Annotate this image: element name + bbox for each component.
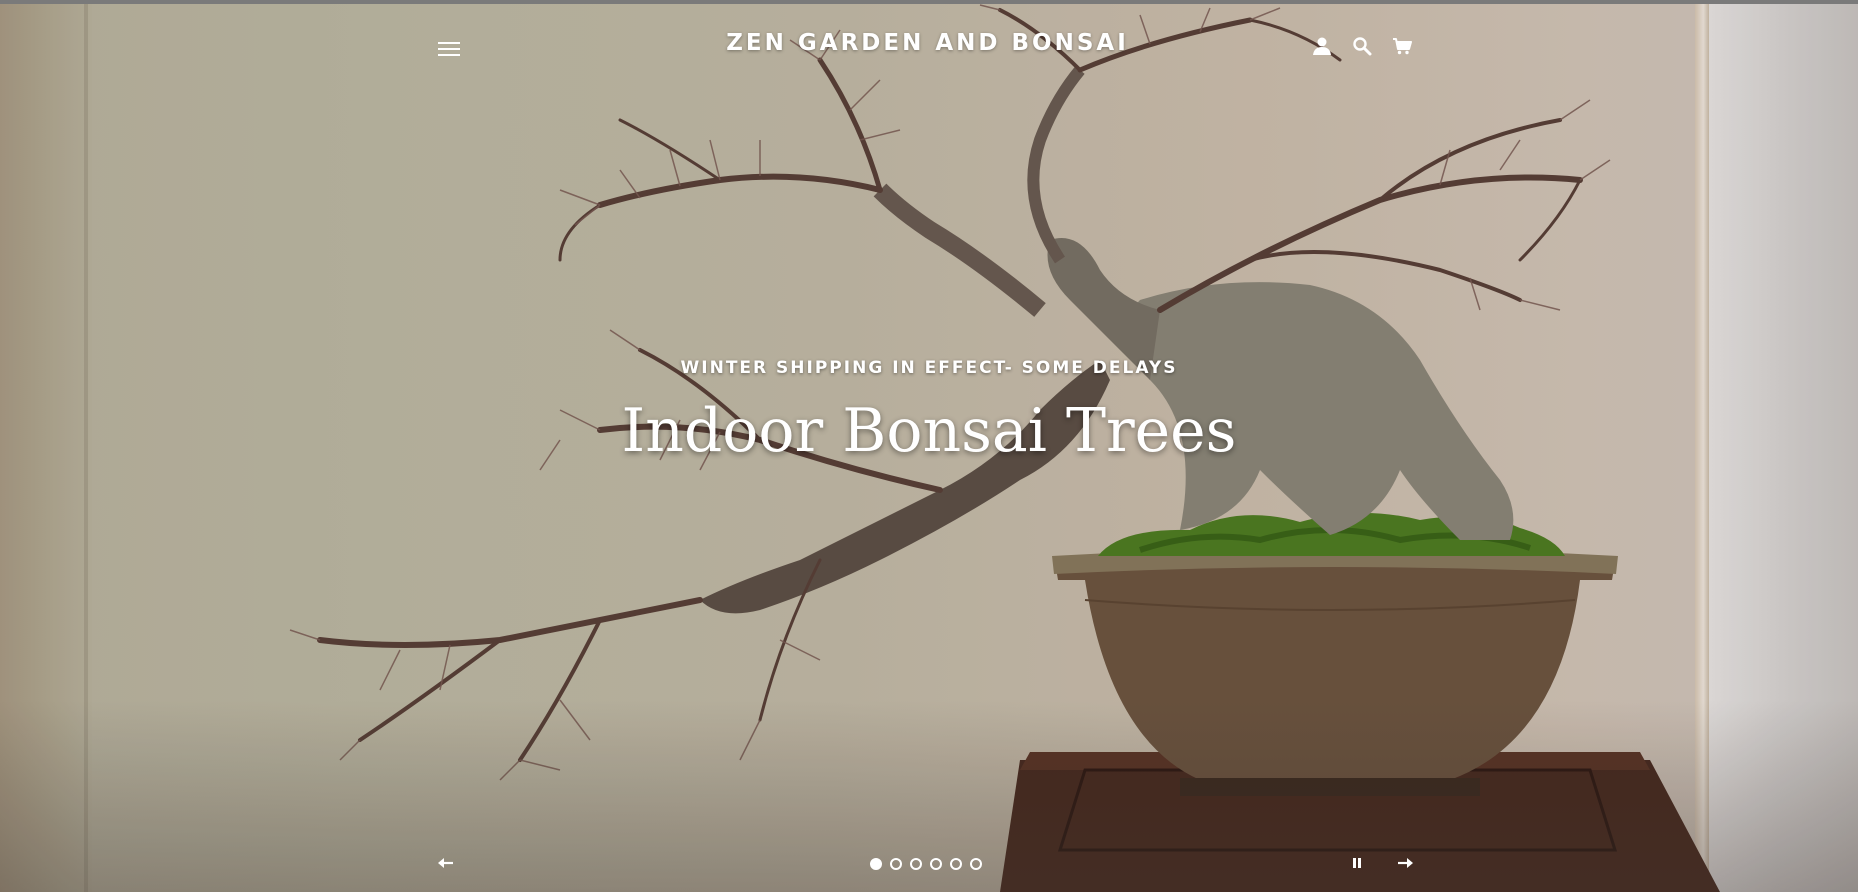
header-icons <box>1310 34 1414 62</box>
pause-icon <box>1352 856 1362 874</box>
cart-button[interactable] <box>1390 36 1414 60</box>
user-icon <box>1312 36 1332 61</box>
page: ZEN GARDEN AND BONSAI WINTER SHIPPING IN… <box>0 0 1858 892</box>
slide-dot-6[interactable] <box>970 858 982 870</box>
slide-dot-4[interactable] <box>930 858 942 870</box>
hero-heading: Indoor Bonsai Trees <box>621 396 1237 466</box>
slide-dot-3[interactable] <box>910 858 922 870</box>
slide-dots <box>870 858 982 870</box>
slide-dot-5[interactable] <box>950 858 962 870</box>
slide-dot-2[interactable] <box>890 858 902 870</box>
cart-icon <box>1392 36 1412 61</box>
account-button[interactable] <box>1310 36 1334 60</box>
menu-button[interactable] <box>434 36 464 66</box>
pause-slideshow-button[interactable] <box>1345 853 1369 877</box>
search-button[interactable] <box>1350 36 1374 60</box>
previous-slide-button[interactable] <box>434 853 458 877</box>
arrow-left-icon <box>438 856 454 874</box>
search-icon <box>1352 36 1372 61</box>
arrow-right-icon <box>1397 856 1413 874</box>
slideshow-controls <box>0 850 1858 880</box>
hero-text: WINTER SHIPPING IN EFFECT- SOME DELAYS I… <box>529 358 1329 506</box>
slide-dot-1[interactable] <box>870 858 882 870</box>
hero-subtitle: WINTER SHIPPING IN EFFECT- SOME DELAYS <box>680 358 1178 378</box>
site-title-link[interactable]: ZEN GARDEN AND BONSAI <box>660 30 1195 56</box>
hamburger-menu-icon <box>438 41 460 62</box>
next-slide-button[interactable] <box>1393 853 1417 877</box>
site-header: ZEN GARDEN AND BONSAI <box>0 0 1858 100</box>
